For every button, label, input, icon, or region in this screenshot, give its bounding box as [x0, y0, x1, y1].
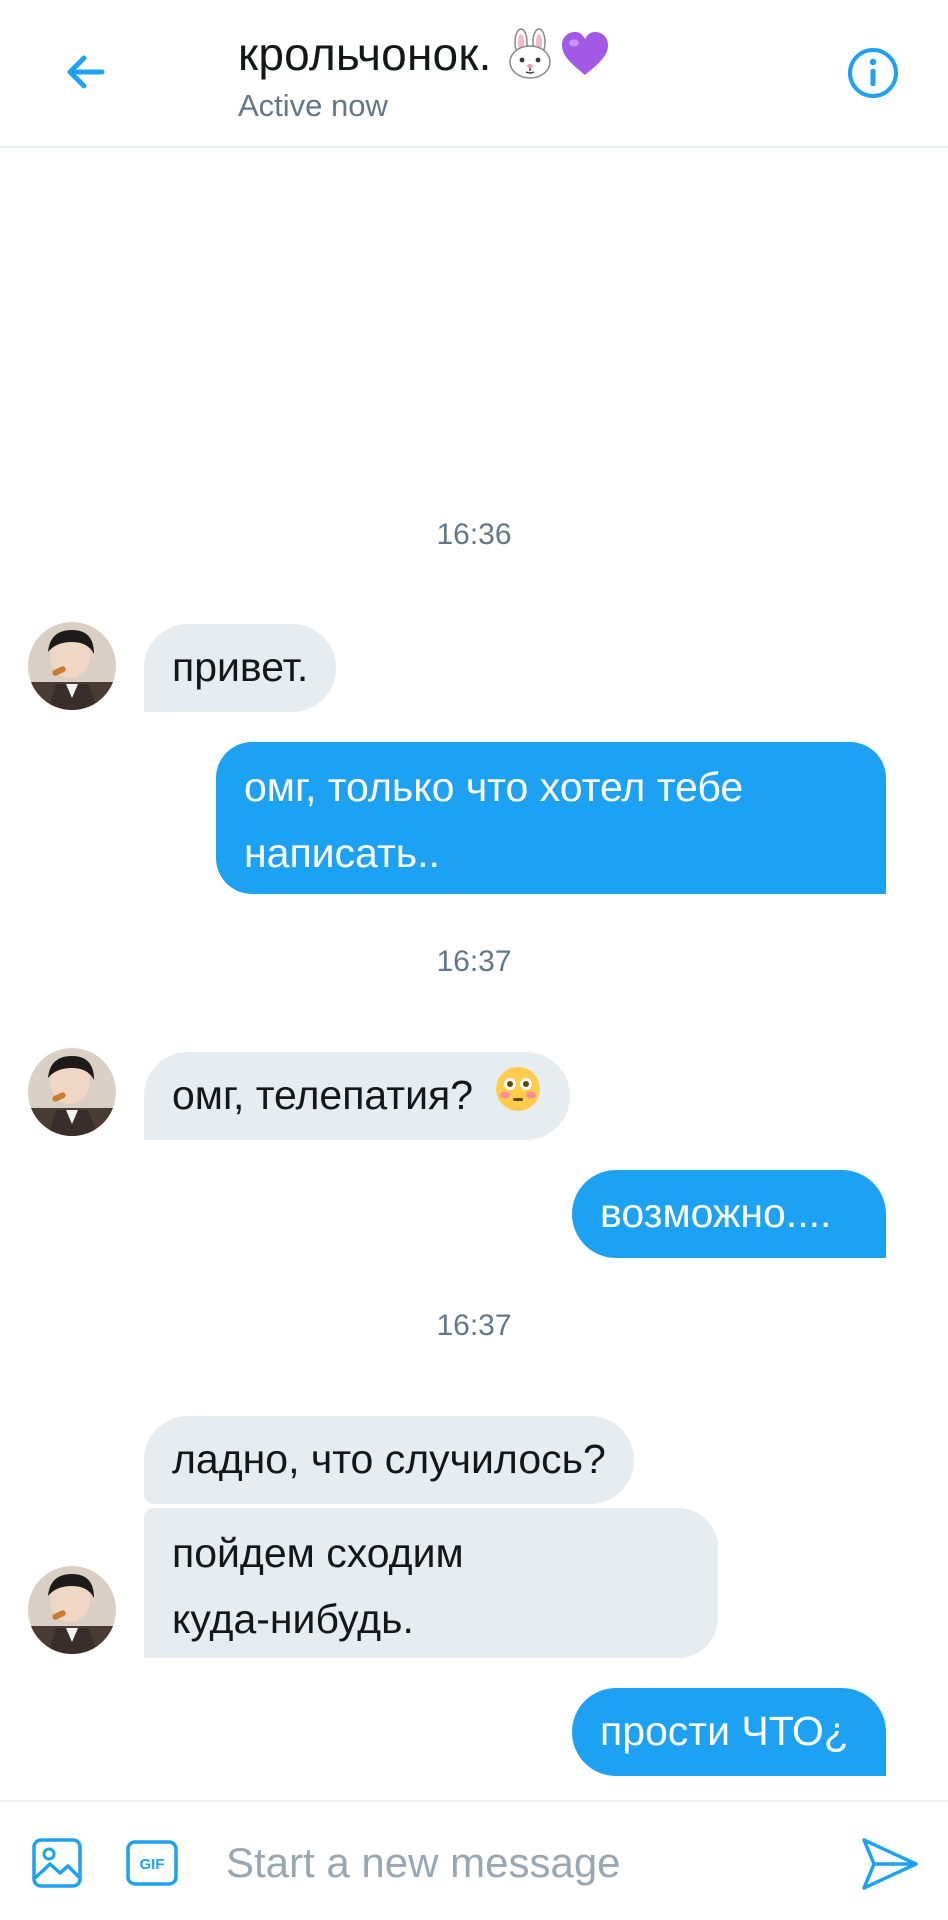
- rabbit-face-icon: [504, 28, 556, 80]
- message-composer: GIF: [0, 1800, 948, 1920]
- avatar[interactable]: [28, 1048, 116, 1136]
- active-status: Active now: [238, 88, 388, 123]
- back-button[interactable]: [58, 44, 114, 100]
- avatar[interactable]: [28, 622, 116, 710]
- message-text-line: пойдем сходим: [172, 1530, 464, 1576]
- conversation-title: крольчонок.: [238, 28, 492, 80]
- incoming-message[interactable]: ладно, что случилось?: [144, 1416, 634, 1504]
- dm-conversation-screen: крольчонок. Active now 16:36 привет. омг…: [0, 0, 948, 1920]
- send-button[interactable]: [860, 1836, 920, 1892]
- message-text: возможно....: [600, 1190, 832, 1236]
- image-icon: [32, 1838, 82, 1888]
- incoming-message[interactable]: привет.: [144, 624, 337, 712]
- message-text-line: написать..: [244, 830, 440, 876]
- message-input[interactable]: [226, 1828, 806, 1898]
- add-gif-button[interactable]: GIF: [126, 1840, 178, 1886]
- gif-icon: GIF: [126, 1840, 178, 1886]
- message-timestamp: 16:37: [436, 1309, 512, 1342]
- purple-heart-icon: [560, 31, 610, 77]
- flushed-face-icon: [494, 1065, 542, 1132]
- outgoing-message[interactable]: омг, только что хотел тебе написать..: [216, 742, 886, 894]
- message-text: омг, телепатия?: [172, 1072, 473, 1118]
- conversation-title-block[interactable]: крольчонок. Active now: [238, 22, 610, 124]
- send-icon: [862, 1838, 918, 1890]
- message-text: ладно, что случилось?: [172, 1436, 606, 1482]
- outgoing-message[interactable]: прости ЧТО¿: [572, 1688, 886, 1776]
- info-icon: [848, 48, 898, 98]
- avatar[interactable]: [28, 1566, 116, 1654]
- outgoing-message[interactable]: возможно....: [572, 1170, 886, 1258]
- conversation-info-button[interactable]: [846, 46, 900, 100]
- message-text: прости ЧТО¿: [600, 1708, 849, 1754]
- gif-label: GIF: [140, 1856, 165, 1873]
- incoming-message[interactable]: омг, телепатия?: [144, 1052, 571, 1140]
- message-text: привет.: [172, 644, 309, 690]
- incoming-message[interactable]: пойдем сходим куда-нибудь.: [144, 1508, 718, 1658]
- message-timestamp: 16:37: [436, 945, 512, 978]
- message-text-line: омг, только что хотел тебе: [244, 764, 744, 810]
- conversation-header: крольчонок. Active now: [0, 0, 948, 148]
- add-photo-button[interactable]: [30, 1836, 84, 1890]
- message-timestamp: 16:36: [436, 518, 512, 551]
- message-text-line: куда-нибудь.: [172, 1596, 414, 1642]
- arrow-left-icon: [67, 55, 105, 89]
